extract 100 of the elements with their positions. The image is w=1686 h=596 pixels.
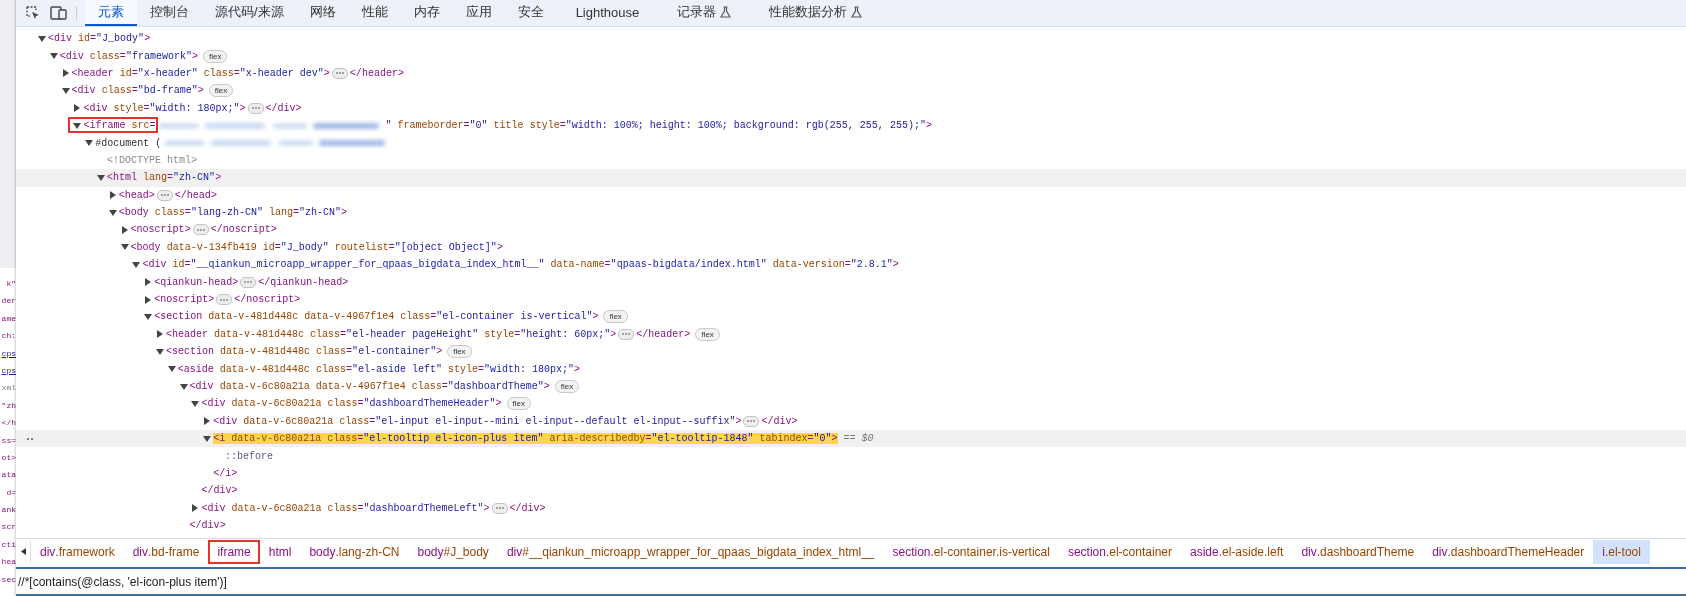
- breadcrumb-item[interactable]: section.el-container: [1058, 539, 1181, 564]
- code-fragment: ss=: [1, 434, 16, 447]
- flex-badge[interactable]: flex: [208, 84, 234, 98]
- tree-row[interactable]: <div data-v-6c80a21a class="el-input el-input--mini el-input--default el-input--suffix"> </div>: [16, 412, 1686, 430]
- expanded-arrow-icon[interactable]: [120, 243, 129, 252]
- collapsed-arrow-icon[interactable]: [144, 278, 153, 287]
- tree-row[interactable]: <i data-v-6c80a21a class="el-tooltip el-icon-plus item" aria-describedby="el-tooltip-1848" tabindex="0"> == $0: [16, 430, 1686, 448]
- panel-tab[interactable]: 元素: [85, 0, 137, 26]
- open-tag: <header id="x-header" class="x-header dev">: [71, 67, 330, 79]
- tree-row[interactable]: <section data-v-481d448c class="el-container"> flex: [16, 343, 1686, 361]
- breadcrumb-item[interactable]: iframe: [208, 539, 260, 564]
- collapsed-arrow-icon[interactable]: [144, 295, 153, 304]
- tree-row[interactable]: <header data-v-481d448c class="el-header pageHeight" style="height: 60px;"> </header> flex: [16, 325, 1686, 344]
- tree-row[interactable]: <div data-v-6c80a21a class="dashboardThemeLeft"> </div>: [16, 499, 1686, 517]
- flex-badge[interactable]: flex: [695, 327, 720, 341]
- tree-row[interactable]: <div data-v-6c80a21a class="dashboardThemeHeader"> flex: [16, 395, 1686, 413]
- collapsed-arrow-icon[interactable]: [156, 330, 164, 339]
- expanded-arrow-icon[interactable]: [73, 121, 82, 130]
- tree-row[interactable]: <noscript> </noscript>: [16, 290, 1686, 309]
- console-reference: == $0: [843, 433, 874, 445]
- tree-row[interactable]: <noscript> </noscript>: [16, 221, 1686, 239]
- open-tag: <div class="bd-frame">: [71, 85, 204, 97]
- breadcrumb-item[interactable]: div.dashboardThemeHeader: [1423, 539, 1594, 564]
- flex-badge[interactable]: flex: [603, 310, 628, 324]
- tree-row[interactable]: <div id="J_body">: [16, 30, 1686, 48]
- panel-tab[interactable]: 性能: [348, 0, 401, 26]
- tree-row[interactable]: <section data-v-481d448c data-v-4967f1e4 class="el-container is-vertical"> flex: [16, 308, 1686, 326]
- expanded-arrow-icon[interactable]: [191, 399, 200, 408]
- flex-badge[interactable]: flex: [554, 380, 580, 393]
- tree-row[interactable]: <header id="x-header" class="x-header dev"> </header>: [16, 64, 1686, 83]
- breadcrumb-item[interactable]: section.el-container.is-vertical: [883, 539, 1059, 564]
- more-icon[interactable]: [26, 436, 34, 441]
- breadcrumb-item[interactable]: body#J_body: [408, 539, 498, 564]
- flex-badge[interactable]: flex: [202, 49, 228, 63]
- expanded-arrow-icon[interactable]: [61, 86, 70, 95]
- panel-tab[interactable]: Lighthouse: [556, 0, 659, 26]
- tree-row[interactable]: <head> </head>: [16, 186, 1686, 204]
- flex-badge[interactable]: flex: [447, 345, 472, 359]
- expanded-arrow-icon[interactable]: [38, 34, 46, 43]
- code-fragment: k": [6, 278, 16, 290]
- tree-row[interactable]: ::before: [16, 447, 1686, 465]
- tree-row[interactable]: <div id="__qiankun_microapp_wrapper_for_qpaas_bigdata_index_html__" data-name="qpaas-bigdata/index.html" data-version="2.8.1">: [16, 256, 1686, 274]
- collapsed-arrow-icon[interactable]: [120, 226, 129, 234]
- collapsed-arrow-icon[interactable]: [203, 417, 212, 426]
- document-label: #document (: [95, 137, 162, 149]
- breadcrumb-item[interactable]: div.framework: [31, 539, 124, 564]
- tree-row[interactable]: <qiankun-head> </qiankun-head>: [16, 273, 1686, 291]
- tree-row[interactable]: <div class="bd-frame"> flex: [16, 82, 1686, 100]
- expanded-arrow-icon[interactable]: [97, 173, 105, 182]
- code-fragment: xml: [1, 382, 16, 395]
- expanded-arrow-icon[interactable]: [144, 312, 153, 321]
- panel-tab[interactable]: 源代码/来源: [202, 0, 297, 26]
- code-fragment: ata: [1, 469, 16, 482]
- expanded-arrow-icon[interactable]: [49, 52, 58, 61]
- expanded-arrow-icon[interactable]: [203, 434, 212, 443]
- tree-row[interactable]: <div class="framework"> flex: [16, 47, 1686, 65]
- dots-icon: [495, 507, 504, 510]
- collapsed-arrow-icon[interactable]: [108, 191, 117, 200]
- tree-row[interactable]: <body class="lang-zh-CN" lang="zh-CN">: [16, 203, 1686, 222]
- breadcrumb-item[interactable]: body.lang-zh-CN: [300, 539, 409, 564]
- collapsed-arrow-icon[interactable]: [61, 69, 70, 78]
- dots-icon: [622, 333, 631, 336]
- panel-tab[interactable]: 网络: [296, 0, 349, 26]
- device-toolbar-icon[interactable]: [50, 5, 68, 21]
- breadcrumb-item[interactable]: aside.el-aside.left: [1181, 539, 1293, 564]
- tree-row[interactable]: <!DOCTYPE html>: [16, 151, 1686, 170]
- close-tag: </div>: [761, 415, 798, 427]
- collapsed-arrow-icon[interactable]: [73, 104, 82, 113]
- expanded-arrow-icon[interactable]: [167, 365, 176, 374]
- tree-row[interactable]: <div data-v-6c80a21a data-v-4967f1e4 class="dashboardTheme"> flex: [16, 377, 1686, 396]
- collapsed-arrow-icon[interactable]: [191, 504, 200, 513]
- panel-tab[interactable]: 内存: [400, 0, 453, 26]
- tree-row[interactable]: <div style="width: 180px;"> </div>: [16, 99, 1686, 117]
- breadcrumb-item[interactable]: div#__qiankun_microapp_wrapper_for_qpaas_bigdata_index_html__: [497, 539, 884, 564]
- open-tag: <aside data-v-481d448c class="el-aside left" style="width: 180px;">: [177, 363, 581, 375]
- breadcrumb-item[interactable]: div.bd-frame: [123, 539, 209, 564]
- tree-row[interactable]: <iframe src= " frameborder="0" title style="width: 100%; height: 100%; background: rgb(255, 255, 255);">: [16, 116, 1686, 135]
- tree-row[interactable]: #document (: [16, 134, 1686, 152]
- tree-row[interactable]: <html lang="zh-CN">: [16, 169, 1686, 187]
- panel-tab[interactable]: 应用: [452, 0, 505, 26]
- tag-attributes: " frameborder="0" title style="width: 100%; height: 100%; background: rgb(255, 255, 255);">: [385, 120, 932, 132]
- tree-row[interactable]: <aside data-v-481d448c class="el-aside left" style="width: 180px;">: [16, 360, 1686, 378]
- breadcrumb-item[interactable]: div.dashboardTheme: [1292, 539, 1424, 564]
- expanded-arrow-icon[interactable]: [156, 347, 164, 356]
- panel-tab[interactable]: 记录器: [658, 0, 751, 26]
- panel-tab[interactable]: 安全: [504, 0, 557, 26]
- breadcrumb-item[interactable]: i.el-tool: [1593, 539, 1650, 564]
- expanded-arrow-icon[interactable]: [132, 260, 141, 269]
- search-field[interactable]: //*[contains(@class, 'el-icon-plus item')]: [16, 569, 1686, 594]
- close-tag: </div>: [189, 520, 226, 532]
- breadcrumb-item[interactable]: html: [259, 539, 301, 564]
- open-tag: <div style="width: 180px;">: [83, 102, 246, 114]
- tree-row[interactable]: <body data-v-134fb419 id="J_body" routelist="[object Object]">: [16, 238, 1686, 257]
- panel-tab[interactable]: 性能数据分析: [750, 0, 882, 26]
- expanded-arrow-icon[interactable]: [179, 382, 188, 391]
- inspect-icon[interactable]: [25, 5, 41, 21]
- flex-badge[interactable]: flex: [506, 397, 532, 411]
- expanded-arrow-icon[interactable]: [108, 208, 117, 217]
- panel-tab[interactable]: 控制台: [137, 0, 202, 26]
- expanded-arrow-icon[interactable]: [85, 139, 94, 148]
